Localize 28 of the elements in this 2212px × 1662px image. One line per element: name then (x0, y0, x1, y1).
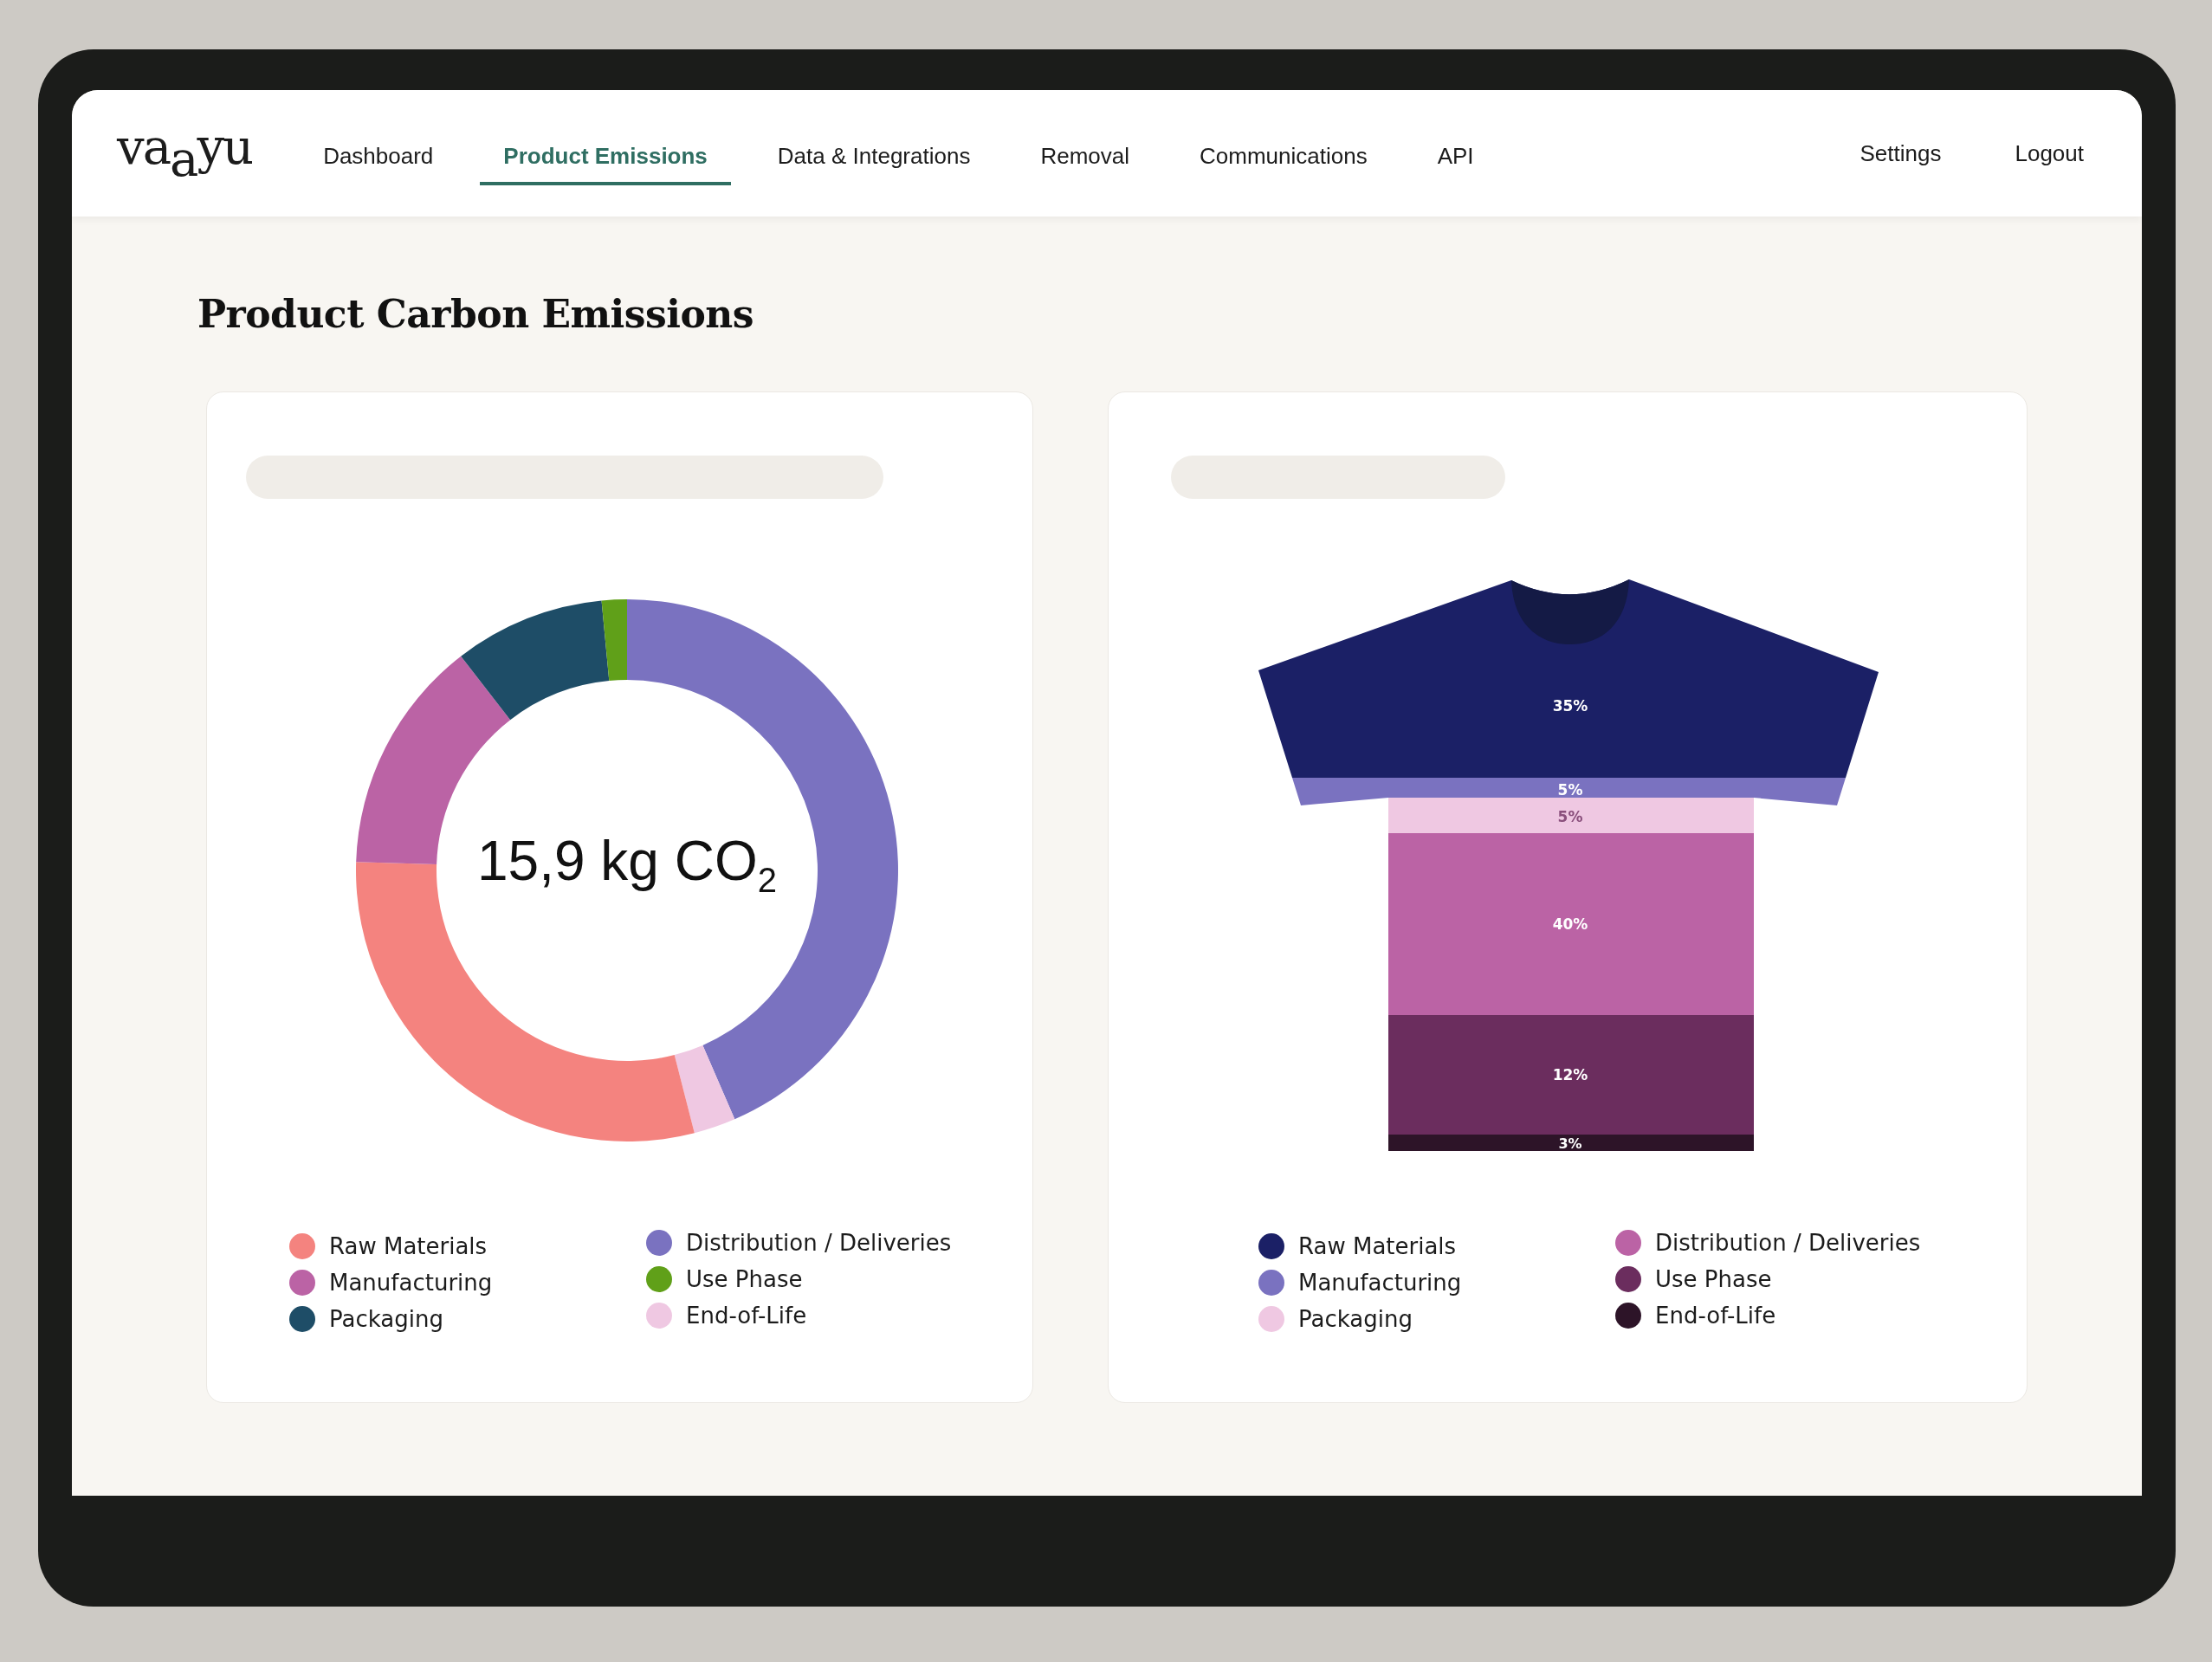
percent-label: 35% (1552, 697, 1588, 715)
legend-label: Manufacturing (329, 1270, 493, 1296)
percent-label: 5% (1557, 808, 1583, 825)
nav-tab[interactable]: API (1413, 130, 1497, 185)
legend-label: End-of-Life (1655, 1303, 1776, 1329)
nav-link[interactable]: Logout (2015, 139, 2084, 167)
legend-label: Use Phase (1655, 1266, 1772, 1292)
percent-label: 40% (1552, 915, 1588, 933)
nav-tab[interactable]: Removal (1017, 130, 1153, 185)
legend-label: Use Phase (686, 1266, 803, 1292)
legend-label: Packaging (1298, 1306, 1413, 1332)
nav-link[interactable]: Settings (1860, 139, 1942, 167)
nav-tab[interactable]: Product Emissions (480, 130, 731, 185)
percent-label: 3% (1558, 1135, 1582, 1152)
legend-label: Manufacturing (1298, 1270, 1462, 1296)
nav-tab[interactable]: Data & Integrations (754, 130, 994, 185)
legend-label: Raw Materials (1298, 1233, 1457, 1259)
percent-label: 5% (1557, 781, 1583, 799)
legend-label: Distribution / Deliveries (1655, 1230, 1921, 1256)
percent-label: 12% (1552, 1066, 1588, 1083)
legend-label: Raw Materials (329, 1233, 488, 1259)
legend-label: End-of-Life (686, 1303, 807, 1329)
page-title: Product Carbon Emissions (197, 291, 755, 338)
legend-label: Distribution / Deliveries (686, 1230, 952, 1256)
total-emissions: 15,9 kg CO$_{2}$ (477, 833, 777, 898)
nav-tab[interactable]: Dashboard (300, 130, 457, 185)
legend-label: Packaging (329, 1306, 443, 1332)
nav-tab[interactable]: Communications (1176, 130, 1391, 185)
